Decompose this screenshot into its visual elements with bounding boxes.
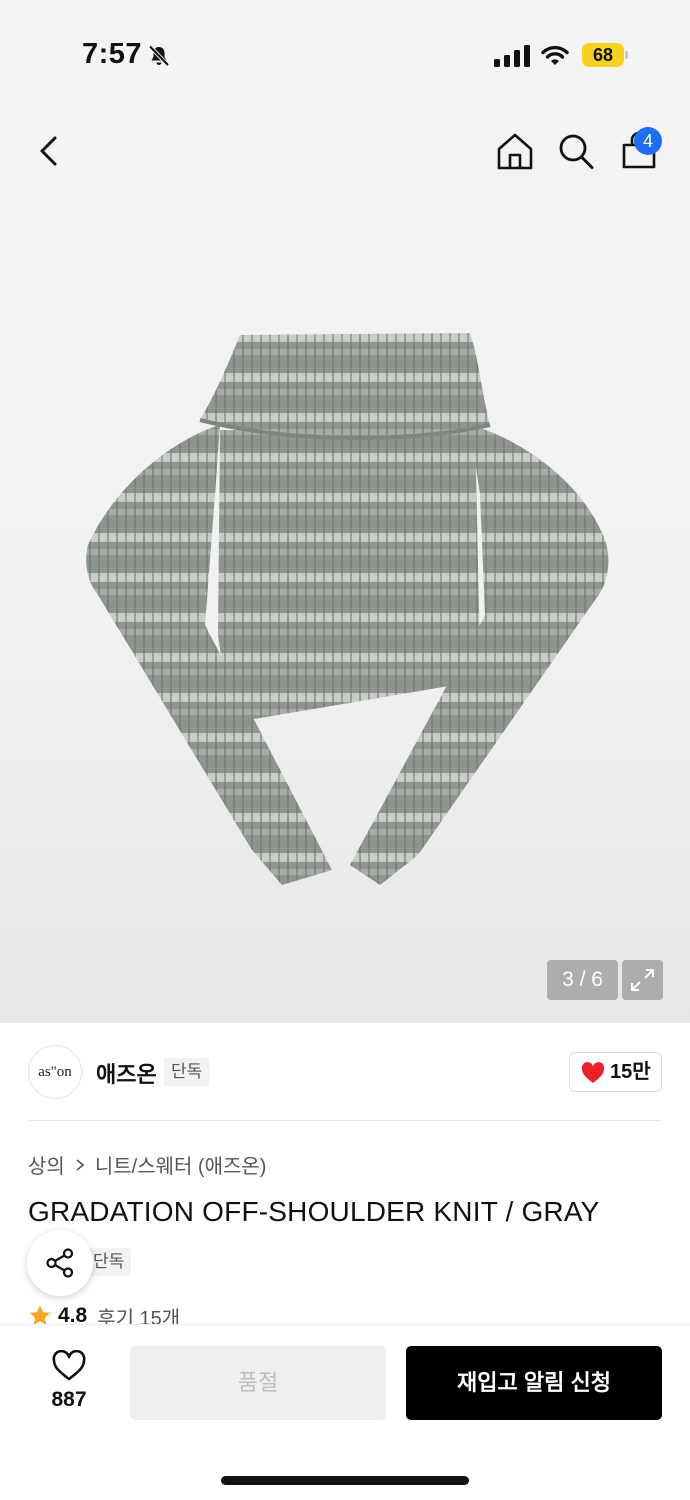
home-indicator[interactable] bbox=[221, 1476, 469, 1485]
product-image[interactable] bbox=[80, 325, 614, 900]
restock-alert-button[interactable]: 재입고 알림 신청 bbox=[406, 1346, 662, 1420]
exclusive-badge: 단독 bbox=[164, 1058, 210, 1086]
status-time: 7:57 bbox=[82, 38, 143, 70]
chevron-right-icon bbox=[76, 1158, 85, 1171]
wifi-icon bbox=[541, 45, 569, 65]
home-icon[interactable] bbox=[494, 130, 536, 172]
breadcrumb-item[interactable]: 니트/스웨터 (애즈온) bbox=[95, 1150, 267, 1179]
signal-icon bbox=[494, 45, 530, 67]
heart-outline-icon[interactable] bbox=[51, 1350, 87, 1382]
breadcrumb: 상의 니트/스웨터 (애즈온) bbox=[28, 1150, 266, 1179]
section-divider bbox=[28, 1120, 662, 1121]
back-arrow-icon[interactable] bbox=[30, 130, 70, 172]
bell-slash-icon bbox=[148, 45, 170, 67]
sold-out-button: 품절 bbox=[130, 1346, 386, 1420]
breadcrumb-item[interactable]: 상의 bbox=[28, 1150, 65, 1179]
image-counter: 3 / 6 bbox=[547, 960, 618, 1000]
expand-icon bbox=[631, 969, 654, 991]
heart-filled-icon bbox=[581, 1062, 605, 1083]
battery-icon: 68 bbox=[582, 43, 628, 67]
expand-button[interactable] bbox=[622, 960, 663, 1000]
wish-count: 887 bbox=[51, 1388, 87, 1411]
battery-level: 68 bbox=[582, 43, 624, 67]
cart-count-badge: 4 bbox=[634, 127, 662, 155]
product-title: GRADATION OFF-SHOULDER KNIT / GRAY bbox=[28, 1196, 600, 1227]
brand-logo[interactable]: as"on bbox=[28, 1045, 82, 1099]
brand-like-count: 15만 bbox=[610, 1061, 651, 1083]
share-icon bbox=[46, 1248, 74, 1278]
brand-like-button[interactable]: 15만 bbox=[569, 1052, 662, 1092]
search-icon[interactable] bbox=[556, 130, 596, 172]
brand-name[interactable]: 애즈온 bbox=[96, 1057, 157, 1089]
share-button[interactable] bbox=[27, 1230, 93, 1296]
